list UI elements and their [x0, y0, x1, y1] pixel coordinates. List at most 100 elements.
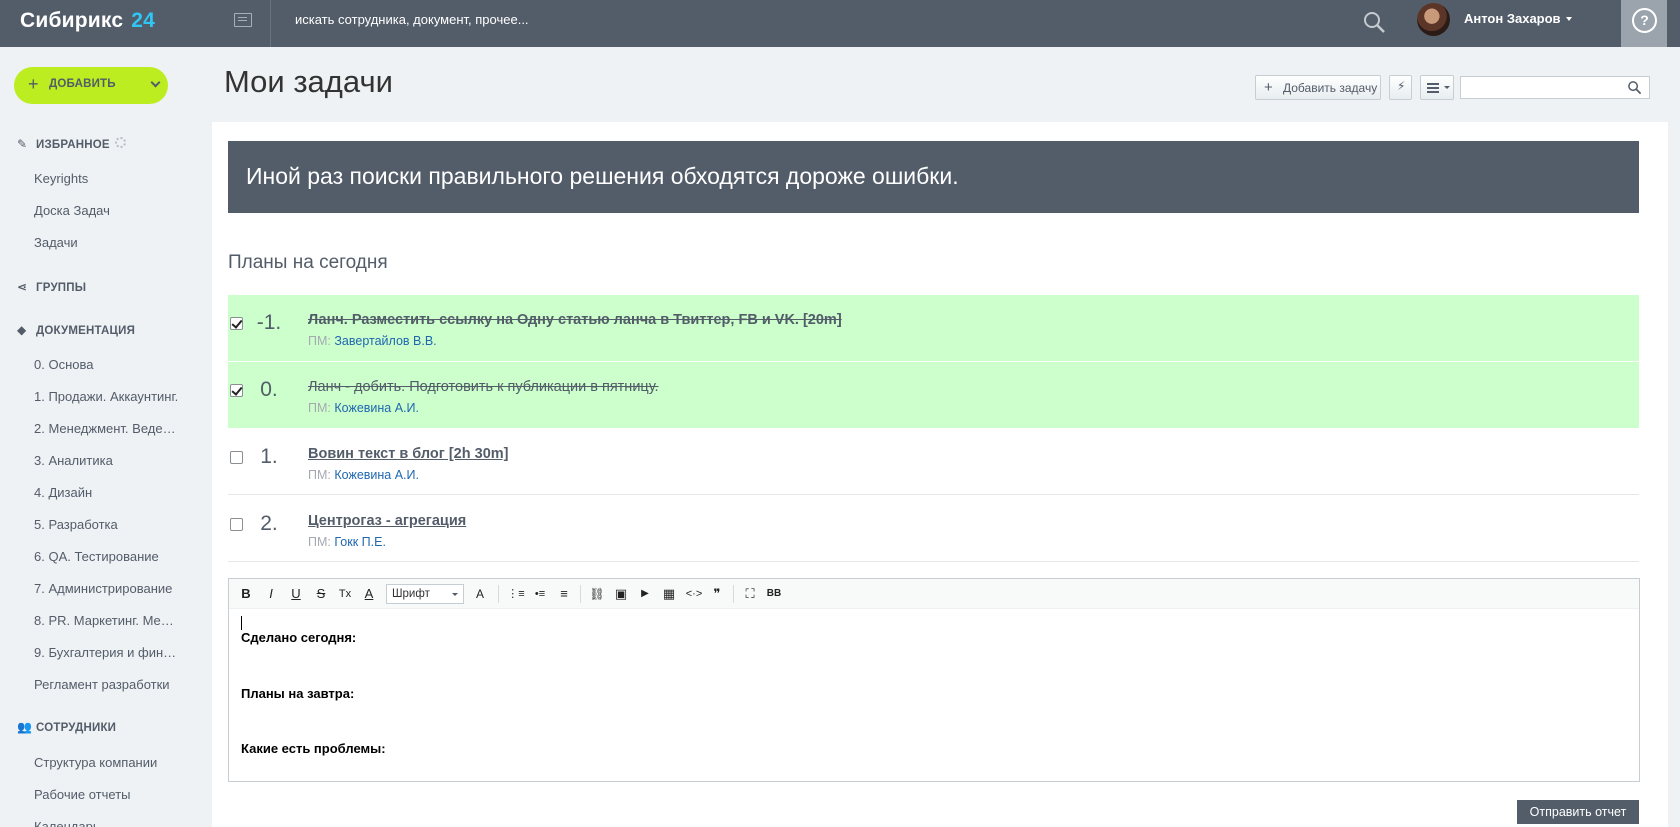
chevron-down-icon	[452, 593, 458, 596]
plus-icon: +	[1264, 79, 1273, 96]
bbcode-button[interactable]: BB	[765, 585, 783, 603]
task-row: 2. Центрогаз - агрегация ПМ: Гокк П.Е.	[228, 496, 1639, 562]
add-task-button[interactable]: + Добавить задачу	[1255, 75, 1381, 100]
add-button[interactable]: + ДОБАВИТЬ	[14, 67, 168, 104]
table-button[interactable]: ▦	[660, 585, 678, 603]
sidebar-section-docs[interactable]: ◆ ДОКУМЕНТАЦИЯ	[17, 323, 135, 337]
sidebar-item-doc[interactable]: Регламент разработки	[34, 677, 170, 692]
chevron-down-icon	[1444, 86, 1450, 89]
pm-link[interactable]: Гокк П.Е.	[334, 535, 386, 549]
code-button[interactable]: <·>	[683, 585, 705, 603]
report-editor: B I U S Tx A Шрифт A ⋮≡ •≡ ≡ ⛓ ▣ ▶ ▦ <·>…	[228, 578, 1640, 782]
quick-task-button[interactable]: ⚡	[1389, 75, 1412, 100]
ordered-list-button[interactable]: ⋮≡	[507, 585, 525, 603]
align-button[interactable]: ≡	[555, 585, 573, 603]
task-checkbox[interactable]	[230, 451, 243, 464]
text-color-button[interactable]: A	[360, 585, 378, 603]
sidebar-item-doc[interactable]: 4. Дизайн	[34, 485, 92, 500]
image-button[interactable]: ▣	[612, 585, 630, 603]
plus-icon: +	[28, 74, 39, 94]
search-icon[interactable]	[1627, 80, 1642, 95]
task-pm: ПМ: Гокк П.Е.	[308, 535, 386, 549]
keyboard-icon[interactable]	[234, 13, 252, 27]
task-checkbox[interactable]	[230, 384, 243, 397]
editor-line[interactable]: Сделано сегодня:	[241, 630, 356, 645]
task-title-link[interactable]: Ланч - добить. Подготовить к публикации …	[308, 379, 659, 395]
fullscreen-button[interactable]: ⛶	[741, 585, 759, 603]
sidebar-item-reports[interactable]: Рабочие отчеты	[34, 787, 131, 802]
underline-button[interactable]: U	[287, 585, 305, 603]
clear-format-button[interactable]: Tx	[336, 585, 354, 603]
sidebar-section-groups[interactable]: ⋖ ГРУППЫ	[17, 280, 86, 294]
sidebar-item-doc[interactable]: 8. PR. Маркетинг. Ме…	[34, 613, 174, 628]
send-report-button[interactable]: Отправить отчет	[1517, 800, 1639, 824]
sidebar-item-task-board[interactable]: Доска Задач	[34, 203, 110, 218]
video-button[interactable]: ▶	[636, 585, 654, 603]
chevron-down-icon[interactable]	[1566, 17, 1572, 21]
task-number: -1.	[256, 311, 282, 334]
editor-line[interactable]: Какие есть проблемы:	[241, 741, 386, 756]
pm-link[interactable]: Кожевина А.И.	[334, 401, 419, 415]
bullet-list-button[interactable]: •≡	[531, 585, 549, 603]
sidebar-item-calendar[interactable]: Календарь	[34, 819, 100, 827]
sidebar-item-doc[interactable]: 9. Бухгалтерия и фин…	[34, 645, 176, 660]
task-title-link[interactable]: Центрогаз - агрегация	[308, 513, 466, 529]
editor-line[interactable]: Планы на завтра:	[241, 686, 354, 701]
list-icon	[1427, 83, 1439, 85]
task-number: 0.	[260, 378, 278, 401]
sidebar-item-doc[interactable]: 0. Основа	[34, 357, 93, 372]
sidebar-item-tasks[interactable]: Задачи	[34, 235, 78, 250]
global-search-input[interactable]: искать сотрудника, документ, прочее...	[295, 12, 529, 27]
task-number: 2.	[260, 512, 278, 535]
divider	[270, 0, 271, 47]
avatar[interactable]	[1417, 3, 1450, 36]
quote-button[interactable]: ❞	[708, 585, 726, 603]
bold-button[interactable]: B	[237, 585, 255, 603]
editor-toolbar: B I U S Tx A Шрифт A ⋮≡ •≡ ≡ ⛓ ▣ ▶ ▦ <·>…	[229, 579, 1639, 609]
plans-title: Планы на сегодня	[228, 252, 388, 273]
link-button[interactable]: ⛓	[588, 585, 606, 603]
italic-button[interactable]: I	[262, 585, 280, 603]
task-title-link[interactable]: Ланч. Разместить ссылку на Одну статью л…	[308, 312, 842, 328]
view-menu-button[interactable]	[1420, 75, 1454, 100]
help-button[interactable]: ?	[1621, 0, 1667, 47]
gear-icon[interactable]	[115, 137, 126, 148]
section-label: СОТРУДНИКИ	[36, 722, 117, 734]
sidebar-item-doc[interactable]: 1. Продажи. Аккаунтинг.	[34, 389, 178, 404]
pm-label: ПМ:	[308, 535, 331, 549]
font-size-button[interactable]: A	[471, 585, 489, 603]
sidebar-item-doc[interactable]: 2. Менеджмент. Веде…	[34, 421, 176, 436]
share-icon: ⋖	[17, 280, 28, 294]
toolbar-divider	[498, 585, 499, 603]
strikethrough-button[interactable]: S	[312, 585, 330, 603]
page-title: Мои задачи	[224, 64, 393, 99]
task-search-input[interactable]	[1460, 76, 1650, 99]
sidebar-item-doc[interactable]: 5. Разработка	[34, 517, 118, 532]
pm-link[interactable]: Завертайлов В.В.	[334, 334, 436, 348]
search-icon[interactable]	[1362, 10, 1386, 34]
sidebar-item-keyrights[interactable]: Keyrights	[34, 171, 88, 186]
add-task-label: Добавить задачу	[1283, 81, 1378, 95]
sidebar-section-favorites[interactable]: ✎ ИЗБРАННОЕ	[17, 137, 110, 151]
toolbar-divider	[580, 585, 581, 603]
logo[interactable]: Сибирикс 24	[20, 9, 155, 33]
sidebar-section-staff[interactable]: 👥 СОТРУДНИКИ	[17, 720, 116, 734]
sidebar-item-doc[interactable]: 6. QA. Тестирование	[34, 549, 159, 564]
pm-link[interactable]: Кожевина А.И.	[334, 468, 419, 482]
chevron-down-icon	[150, 77, 161, 88]
task-checkbox[interactable]	[230, 518, 243, 531]
sidebar-item-structure[interactable]: Структура компании	[34, 755, 157, 770]
task-title-link[interactable]: Вовин текст в блог [2h 30m]	[308, 446, 508, 462]
font-select[interactable]: Шрифт	[386, 584, 464, 604]
add-button-label: ДОБАВИТЬ	[49, 78, 116, 90]
user-name[interactable]: Антон Захаров	[1464, 11, 1561, 26]
toolbar-divider	[733, 585, 734, 603]
quote-banner: Иной раз поиски правильного решения обхо…	[228, 141, 1639, 213]
sidebar-item-doc[interactable]: 3. Аналитика	[34, 453, 113, 468]
pin-icon: ✎	[17, 137, 28, 151]
main-card: Иной раз поиски правильного решения обхо…	[212, 122, 1668, 827]
task-checkbox[interactable]	[230, 317, 243, 330]
sidebar-item-doc[interactable]: 7. Администрирование	[34, 581, 172, 596]
section-label: ДОКУМЕНТАЦИЯ	[36, 325, 136, 337]
section-label: ИЗБРАННОЕ	[36, 139, 110, 151]
